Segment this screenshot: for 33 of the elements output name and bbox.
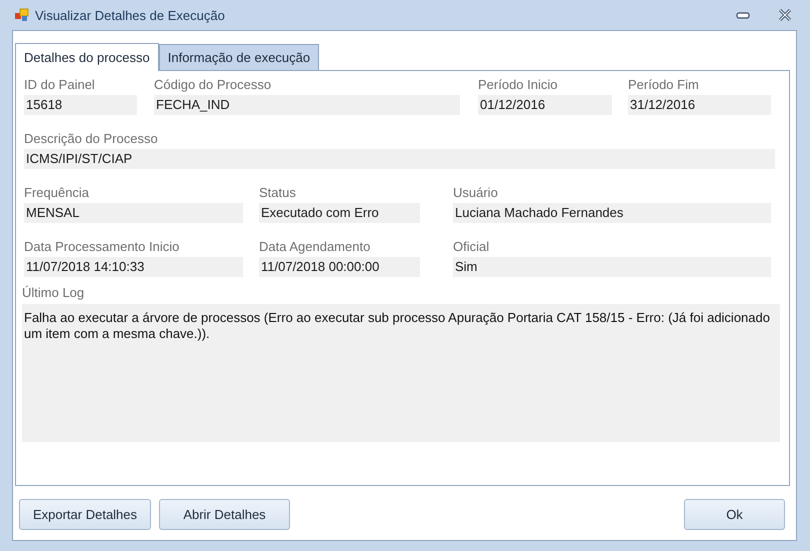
field-label: Oficial (453, 239, 490, 254)
action-button[interactable]: Ok (684, 499, 785, 530)
field-label: Descrição do Processo (24, 131, 159, 146)
close-icon[interactable] (778, 9, 792, 21)
field-value: ICMS/IPI/ST/CIAP (24, 149, 775, 169)
field-label: Período Inicio (478, 77, 558, 92)
field-label: Código do Processo (154, 77, 272, 92)
field-label: Período Fim (628, 77, 700, 92)
window-title: Visualizar Detalhes de Execução (35, 8, 225, 22)
field-value: 11/07/2018 00:00:00 (259, 257, 420, 277)
log-text: Falha ao executar a árvore de processos (Erro ao executar sub processo Apuração Portaria CAT 158/15 - Erro: (Já foi adicionado um item com a mesma chave.)). (22, 304, 780, 442)
field-label: Data Agendamento (259, 239, 372, 254)
field-label: Data Processamento Inicio (24, 239, 180, 254)
field-label: Usuário (453, 185, 499, 200)
action-button[interactable]: Exportar Detalhes (19, 499, 151, 530)
field-label: Status (259, 185, 297, 200)
tab[interactable]: Detalhes do processo (15, 43, 159, 71)
field-value: FECHA_IND (154, 95, 460, 115)
minimize-icon[interactable] (736, 12, 750, 18)
field-value: Executado com Erro (259, 203, 420, 223)
field-label: Frequência (24, 185, 90, 200)
field-value: 15618 (24, 95, 137, 115)
action-button[interactable]: Abrir Detalhes (159, 499, 290, 530)
app-icon (15, 8, 29, 22)
tab[interactable]: Informação de execução (158, 44, 320, 70)
field-value: Luciana Machado Fernandes (453, 203, 771, 223)
field-value: MENSAL (24, 203, 243, 223)
field-value: 01/12/2016 (478, 95, 612, 115)
field-value: 11/07/2018 14:10:33 (24, 257, 243, 277)
field-value: 31/12/2016 (628, 95, 771, 115)
field-label: Último Log (22, 285, 86, 300)
field-label: ID do Painel (24, 77, 96, 92)
field-value: Sim (453, 257, 771, 277)
